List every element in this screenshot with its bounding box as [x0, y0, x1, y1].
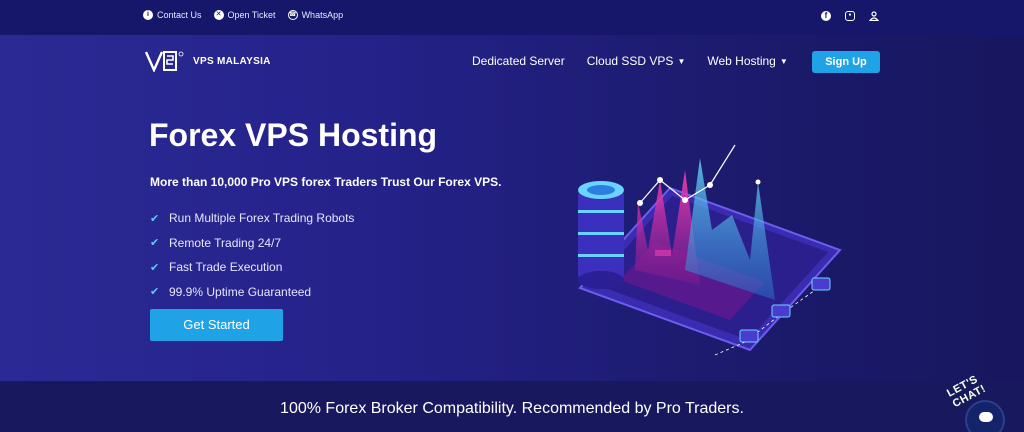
- nav-dedicated-server-label: Dedicated Server: [472, 54, 565, 68]
- get-started-button[interactable]: Get Started: [150, 309, 283, 341]
- open-ticket-label: Open Ticket: [227, 10, 276, 20]
- site-logo[interactable]: VPS MALAYSIA: [145, 50, 271, 72]
- check-icon: ✔: [150, 237, 160, 250]
- info-icon: i: [143, 10, 153, 20]
- logo-mark-icon: [145, 51, 184, 72]
- compatibility-text: 100% Forex Broker Compatibility. Recomme…: [280, 400, 744, 417]
- trend-point: [637, 200, 643, 206]
- hero-section: VPS MALAYSIA Dedicated Server Cloud SSD …: [0, 35, 1024, 381]
- feature-label: Run Multiple Forex Trading Robots: [169, 211, 355, 226]
- server-chart-illustration: [578, 144, 842, 356]
- nav-web-hosting-label: Web Hosting: [707, 54, 776, 68]
- chat-bubble-icon[interactable]: [965, 400, 1005, 432]
- brand-name: VPS MALAYSIA: [193, 55, 271, 67]
- trend-point: [707, 182, 713, 188]
- page-title: Forex VPS Hosting: [149, 117, 438, 153]
- chevron-down-icon: ▼: [677, 56, 686, 66]
- feature-label: 99.9% Uptime Guaranteed: [169, 284, 312, 299]
- feature-item: ✔ Run Multiple Forex Trading Robots: [150, 206, 354, 231]
- main-nav: Dedicated Server Cloud SSD VPS ▼ Web Hos…: [472, 54, 788, 68]
- check-icon: ✔: [150, 286, 160, 299]
- check-icon: ✔: [150, 261, 160, 274]
- trend-point: [682, 197, 688, 203]
- feature-list: ✔ Run Multiple Forex Trading Robots ✔ Remo…: [150, 206, 354, 304]
- feature-item: ✔ 99.9% Uptime Guaranteed: [150, 280, 354, 305]
- feature-label: Fast Trade Execution: [169, 260, 283, 275]
- facebook-icon[interactable]: f: [821, 11, 831, 21]
- feature-item: ✔ Remote Trading 24/7: [150, 231, 354, 256]
- top-bar: i Contact Us ✕ Open Ticket ☎ WhatsApp f …: [0, 0, 1024, 35]
- check-icon: ✔: [150, 212, 160, 225]
- contact-us-link[interactable]: i Contact Us: [143, 10, 202, 20]
- sign-up-button[interactable]: Sign Up: [812, 51, 880, 73]
- whatsapp-icon: ☎: [287, 10, 298, 20]
- nav-cloud-ssd-vps[interactable]: Cloud SSD VPS ▼: [587, 54, 686, 68]
- instagram-icon[interactable]: ●: [845, 11, 855, 21]
- speech-bubble-icon: [979, 412, 993, 422]
- whatsapp-link[interactable]: ☎ WhatsApp: [287, 10, 344, 20]
- server-stack-icon: [578, 181, 624, 289]
- trend-point: [755, 179, 761, 185]
- hero-subtitle: More than 10,000 Pro VPS forex Traders T…: [150, 175, 502, 189]
- chevron-down-icon: ▼: [779, 56, 788, 66]
- feature-item: ✔ Fast Trade Execution: [150, 255, 354, 280]
- trend-point: [657, 177, 663, 183]
- open-ticket-link[interactable]: ✕ Open Ticket: [213, 10, 276, 20]
- whatsapp-label: WhatsApp: [301, 10, 344, 20]
- top-links: i Contact Us ✕ Open Ticket ☎ WhatsApp: [143, 10, 343, 20]
- social-links: f ●: [821, 11, 880, 22]
- nav-cloud-ssd-vps-label: Cloud SSD VPS: [586, 54, 674, 68]
- contact-us-label: Contact Us: [157, 10, 202, 20]
- nav-dedicated-server[interactable]: Dedicated Server: [472, 54, 565, 68]
- user-icon[interactable]: [868, 11, 880, 22]
- compatibility-band: 100% Forex Broker Compatibility. Recomme…: [0, 381, 1024, 432]
- feature-label: Remote Trading 24/7: [169, 235, 282, 250]
- nav-web-hosting[interactable]: Web Hosting ▼: [707, 54, 787, 68]
- ticket-icon: ✕: [213, 10, 224, 20]
- chat-widget[interactable]: LET'S CHAT!: [945, 373, 1015, 432]
